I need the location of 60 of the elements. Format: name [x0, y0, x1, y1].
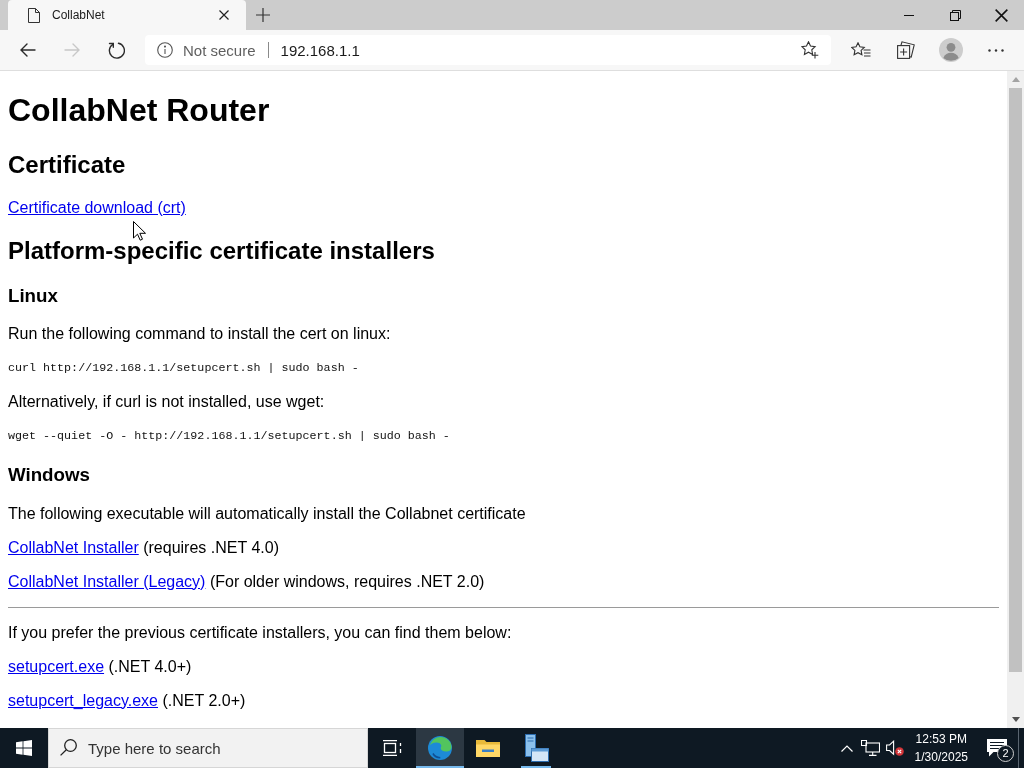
- network-icon: [861, 740, 881, 756]
- avatar-icon: [939, 38, 963, 62]
- scroll-thumb[interactable]: [1009, 88, 1022, 672]
- plus-icon: [256, 8, 270, 22]
- subsection-heading: Linux: [8, 284, 59, 307]
- four-panes-icon: [16, 740, 32, 756]
- url-text: 192.168.1.1: [280, 41, 360, 59]
- body-text: Run the following command to install the cert on linux:: [8, 325, 392, 344]
- search-icon: [60, 739, 77, 756]
- scroll-up-icon: [1011, 77, 1020, 82]
- arrow-left-icon: [20, 43, 36, 57]
- address-bar[interactable]: Not secure 192.168.1.1: [145, 35, 831, 65]
- folder-icon: [476, 738, 500, 758]
- task-view-icon: [382, 740, 402, 756]
- copy-plus-icon: [897, 41, 915, 59]
- note-text: (For older windows, requires .NET 2.0): [209, 572, 485, 590]
- download-link[interactable]: CollabNet Installer: [8, 538, 139, 556]
- scroll-down-icon: [1011, 717, 1020, 722]
- more-icon: [988, 48, 1004, 52]
- scrollbar[interactable]: [1007, 71, 1024, 728]
- minimize-icon: [904, 14, 914, 16]
- chevron-up-icon: [840, 744, 853, 752]
- command-text: curl http://192.168.1.1/setupcert.sh | sudo bash -: [8, 360, 360, 378]
- body-text: If you prefer the previous certificate installers, you can find them below:: [8, 623, 513, 642]
- note-text: (requires .NET 4.0): [143, 538, 279, 556]
- notifications-button[interactable]: 2: [976, 728, 1018, 768]
- note-text: (.NET 2.0+): [162, 691, 246, 709]
- swirl-icon: [428, 736, 452, 760]
- clock-date: 1/30/2025: [914, 749, 968, 766]
- taskbar-app-button[interactable]: [416, 728, 464, 768]
- browser-tab[interactable]: CollabNet: [8, 0, 246, 30]
- close-icon: [219, 10, 229, 20]
- refresh-icon: [107, 41, 125, 59]
- site-info-button[interactable]: Not secure: [157, 36, 256, 64]
- info-icon: [157, 42, 173, 58]
- notification-count: 2: [997, 745, 1014, 762]
- arrow-right-icon: [64, 43, 80, 57]
- subsection-heading: Windows: [8, 464, 91, 487]
- close-icon: [994, 8, 1008, 22]
- section-heading: Certificate: [8, 150, 127, 179]
- command-text: wget --quiet -O - http://192.168.1.1/setupcert.sh | sudo bash -: [8, 428, 451, 446]
- download-link[interactable]: CollabNet Installer (Legacy): [8, 572, 206, 590]
- download-link[interactable]: Certificate download (crt): [8, 198, 186, 216]
- body-text: The following executable will automatically install the Collabnet certificate: [8, 504, 527, 523]
- download-link[interactable]: setupcert.exe: [8, 657, 105, 675]
- clock-time: 12:53 PM: [915, 731, 967, 748]
- mouse-pointer-icon: [133, 221, 146, 241]
- download-link[interactable]: setupcert_legacy.exe: [8, 691, 158, 709]
- restore-icon: [949, 9, 961, 21]
- server-window-icon: [523, 734, 549, 762]
- speaker-muted-icon: [885, 740, 904, 756]
- page-title: CollabNet Router: [8, 92, 271, 130]
- document-icon: [28, 7, 40, 23]
- body-text: Alternatively, if curl is not installed, use wget:: [8, 393, 326, 412]
- note-text: (.NET 4.0+): [108, 657, 192, 675]
- star-list-icon: [851, 42, 871, 58]
- star-plus-icon: [801, 41, 819, 59]
- clock-button[interactable]: 12:53 PM 1/30/2025: [906, 728, 976, 768]
- section-heading: Platform-specific certificate installers: [8, 236, 436, 265]
- search-field[interactable]: Type here to search: [48, 728, 368, 768]
